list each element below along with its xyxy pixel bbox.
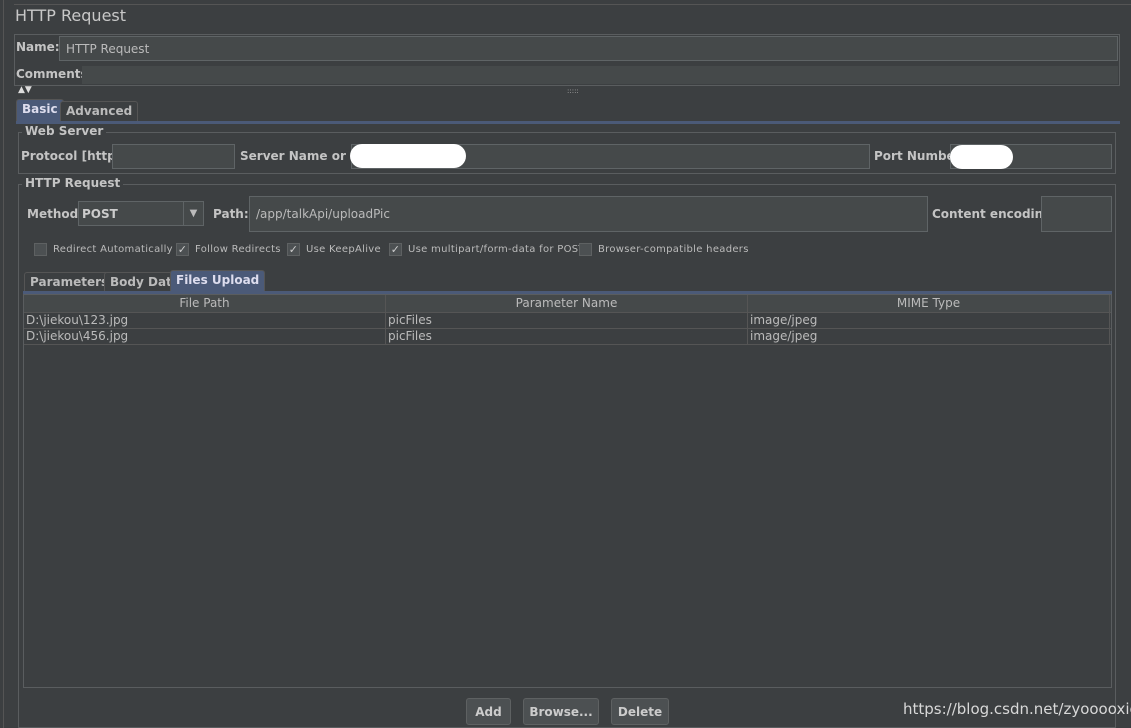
encoding-input[interactable] xyxy=(1041,196,1112,232)
cell-mime-type[interactable]: image/jpeg xyxy=(748,329,1110,344)
method-label: Method: xyxy=(27,207,83,221)
browse-button[interactable]: Browse... xyxy=(523,698,599,725)
page-title: HTTP Request xyxy=(15,6,127,25)
checkmark-icon[interactable]: ✓ xyxy=(287,243,300,256)
collapse-arrows-icon[interactable]: ▲▼ xyxy=(18,85,32,95)
checkbox-box[interactable] xyxy=(34,243,47,256)
cell-file-path[interactable]: D:\jiekou\456.jpg xyxy=(24,329,386,344)
cell-mime-type[interactable]: image/jpeg xyxy=(748,313,1110,328)
comments-label: Comments: xyxy=(16,67,93,81)
files-table[interactable]: File Path Parameter Name MIME Type D:\ji… xyxy=(23,294,1112,688)
encoding-label: Content encoding: xyxy=(932,207,1057,221)
name-input[interactable]: HTTP Request xyxy=(59,36,1118,61)
path-input[interactable]: /app/talkApi/uploadPic xyxy=(249,196,928,232)
name-label: Name: xyxy=(16,40,60,54)
redacted-server xyxy=(350,144,466,168)
checkbox-label: Follow Redirects xyxy=(195,244,281,255)
add-button[interactable]: Add xyxy=(466,698,511,725)
checkbox-redirect-automatically[interactable]: Redirect Automatically xyxy=(34,243,173,256)
header-file-path[interactable]: File Path xyxy=(24,295,386,312)
table-header: File Path Parameter Name MIME Type xyxy=(24,295,1111,313)
checkmark-icon[interactable]: ✓ xyxy=(176,243,189,256)
tab-underline xyxy=(16,121,1120,124)
header-mime-type[interactable]: MIME Type xyxy=(748,295,1110,312)
checkbox-label: Use KeepAlive xyxy=(306,244,381,255)
cell-parameter-name[interactable]: picFiles xyxy=(386,329,748,344)
checkbox-browser-compatible-headers[interactable]: Browser-compatible headers xyxy=(579,243,749,256)
tab-files-upload[interactable]: Files Upload xyxy=(170,270,266,292)
web-server-title: Web Server xyxy=(22,124,107,138)
checkbox-follow-redirects[interactable]: ✓ Follow Redirects xyxy=(176,243,281,256)
dropdown-arrow-icon[interactable]: ▼ xyxy=(183,202,203,225)
checkbox-use-multipart[interactable]: ✓ Use multipart/form-data for POST xyxy=(389,243,585,256)
server-label: Server Name or IP: xyxy=(240,149,369,163)
checkbox-label: Browser-compatible headers xyxy=(598,244,749,255)
splitter-handle[interactable]: ::::: xyxy=(567,87,579,95)
top-border xyxy=(14,4,1131,5)
table-row[interactable]: D:\jiekou\123.jpg picFiles image/jpeg xyxy=(24,313,1111,329)
checkbox-label: Redirect Automatically xyxy=(53,244,173,255)
cell-file-path[interactable]: D:\jiekou\123.jpg xyxy=(24,313,386,328)
checkbox-label: Use multipart/form-data for POST xyxy=(408,244,585,255)
checkmark-icon[interactable]: ✓ xyxy=(389,243,402,256)
protocol-label: Protocol [http]: xyxy=(21,149,126,163)
delete-button[interactable]: Delete xyxy=(611,698,669,725)
header-parameter-name[interactable]: Parameter Name xyxy=(386,295,748,312)
http-request-title: HTTP Request xyxy=(22,176,124,190)
method-select[interactable]: POST ▼ xyxy=(78,201,204,226)
tab-parameters[interactable]: Parameters xyxy=(24,272,115,291)
path-label: Path: xyxy=(213,207,249,221)
tab-advanced[interactable]: Advanced xyxy=(60,101,139,121)
tab-basic[interactable]: Basic xyxy=(16,99,64,121)
method-value: POST xyxy=(82,206,118,221)
table-row[interactable]: D:\jiekou\456.jpg picFiles image/jpeg xyxy=(24,329,1111,345)
comments-input[interactable] xyxy=(82,66,1118,84)
redacted-port xyxy=(950,145,1013,169)
left-border xyxy=(0,0,4,728)
cell-parameter-name[interactable]: picFiles xyxy=(386,313,748,328)
checkbox-use-keepalive[interactable]: ✓ Use KeepAlive xyxy=(287,243,381,256)
protocol-input[interactable] xyxy=(112,144,235,169)
checkbox-box[interactable] xyxy=(579,243,592,256)
watermark: https://blog.csdn.net/zyooooxie xyxy=(903,700,1131,718)
